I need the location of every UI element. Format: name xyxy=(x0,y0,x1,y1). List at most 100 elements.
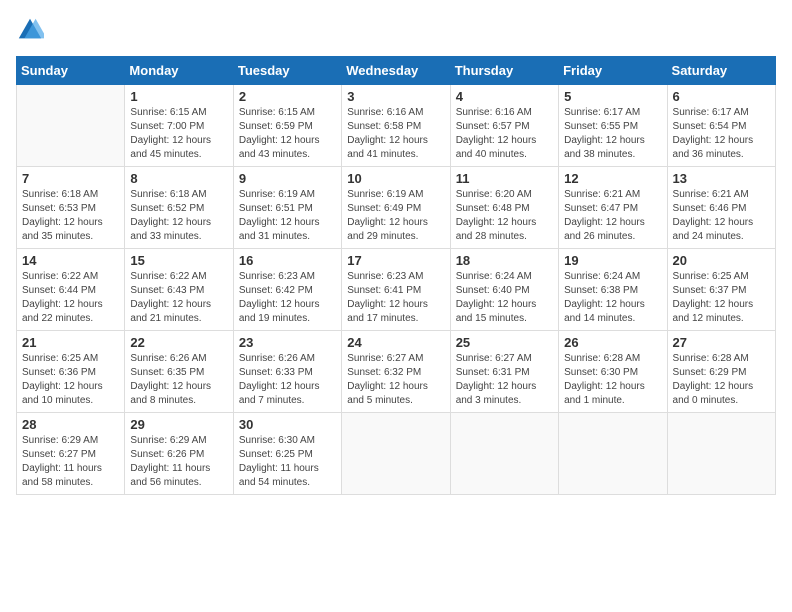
calendar-cell: 12 Sunrise: 6:21 AM Sunset: 6:47 PM Dayli… xyxy=(559,167,667,249)
calendar-cell: 22 Sunrise: 6:26 AM Sunset: 6:35 PM Dayli… xyxy=(125,331,233,413)
cell-info: Sunrise: 6:29 AM Sunset: 6:27 PM Dayligh… xyxy=(22,434,119,490)
day-number: 27 xyxy=(673,335,770,350)
calendar-week-row: 28 Sunrise: 6:29 AM Sunset: 6:27 PM Dayli… xyxy=(17,413,776,495)
calendar-cell: 24 Sunrise: 6:27 AM Sunset: 6:32 PM Dayli… xyxy=(342,331,450,413)
calendar-cell: 3 Sunrise: 6:16 AM Sunset: 6:58 PM Daylig… xyxy=(342,85,450,167)
day-number: 26 xyxy=(564,335,661,350)
calendar-cell: 10 Sunrise: 6:19 AM Sunset: 6:49 PM Dayli… xyxy=(342,167,450,249)
cell-info: Sunrise: 6:18 AM Sunset: 6:53 PM Dayligh… xyxy=(22,188,119,244)
calendar-cell: 17 Sunrise: 6:23 AM Sunset: 6:41 PM Dayli… xyxy=(342,249,450,331)
day-header-monday: Monday xyxy=(125,57,233,85)
calendar-cell: 25 Sunrise: 6:27 AM Sunset: 6:31 PM Dayli… xyxy=(450,331,558,413)
calendar-cell: 1Sunrise: 6:15 AM Sunset: 7:00 PM Daylig… xyxy=(125,85,233,167)
cell-info: Sunrise: 6:17 AM Sunset: 6:54 PM Dayligh… xyxy=(673,106,770,162)
calendar-cell: 6 Sunrise: 6:17 AM Sunset: 6:54 PM Daylig… xyxy=(667,85,775,167)
day-number: 6 xyxy=(673,89,770,104)
cell-info: Sunrise: 6:24 AM Sunset: 6:38 PM Dayligh… xyxy=(564,270,661,326)
cell-info: Sunrise: 6:19 AM Sunset: 6:49 PM Dayligh… xyxy=(347,188,444,244)
day-number: 29 xyxy=(130,417,227,432)
day-number: 23 xyxy=(239,335,336,350)
cell-info: Sunrise: 6:27 AM Sunset: 6:32 PM Dayligh… xyxy=(347,352,444,408)
cell-info: Sunrise: 6:26 AM Sunset: 6:33 PM Dayligh… xyxy=(239,352,336,408)
calendar-cell: 13 Sunrise: 6:21 AM Sunset: 6:46 PM Dayli… xyxy=(667,167,775,249)
calendar-week-row: 7Sunrise: 6:18 AM Sunset: 6:53 PM Daylig… xyxy=(17,167,776,249)
cell-info: Sunrise: 6:16 AM Sunset: 6:57 PM Dayligh… xyxy=(456,106,553,162)
calendar-cell: 18 Sunrise: 6:24 AM Sunset: 6:40 PM Dayli… xyxy=(450,249,558,331)
day-number: 9 xyxy=(239,171,336,186)
day-number: 12 xyxy=(564,171,661,186)
day-number: 3 xyxy=(347,89,444,104)
day-number: 14 xyxy=(22,253,119,268)
cell-info: Sunrise: 6:17 AM Sunset: 6:55 PM Dayligh… xyxy=(564,106,661,162)
day-header-saturday: Saturday xyxy=(667,57,775,85)
day-number: 20 xyxy=(673,253,770,268)
day-number: 30 xyxy=(239,417,336,432)
day-number: 19 xyxy=(564,253,661,268)
page-header xyxy=(16,16,776,44)
cell-info: Sunrise: 6:22 AM Sunset: 6:43 PM Dayligh… xyxy=(130,270,227,326)
cell-info: Sunrise: 6:18 AM Sunset: 6:52 PM Dayligh… xyxy=(130,188,227,244)
calendar-week-row: 14Sunrise: 6:22 AM Sunset: 6:44 PM Dayli… xyxy=(17,249,776,331)
day-header-sunday: Sunday xyxy=(17,57,125,85)
day-number: 24 xyxy=(347,335,444,350)
day-number: 1 xyxy=(130,89,227,104)
cell-info: Sunrise: 6:19 AM Sunset: 6:51 PM Dayligh… xyxy=(239,188,336,244)
day-header-wednesday: Wednesday xyxy=(342,57,450,85)
calendar-cell: 20 Sunrise: 6:25 AM Sunset: 6:37 PM Dayli… xyxy=(667,249,775,331)
cell-info: Sunrise: 6:29 AM Sunset: 6:26 PM Dayligh… xyxy=(130,434,227,490)
cell-info: Sunrise: 6:23 AM Sunset: 6:42 PM Dayligh… xyxy=(239,270,336,326)
calendar-cell: 5 Sunrise: 6:17 AM Sunset: 6:55 PM Daylig… xyxy=(559,85,667,167)
cell-info: Sunrise: 6:16 AM Sunset: 6:58 PM Dayligh… xyxy=(347,106,444,162)
calendar-cell: 16 Sunrise: 6:23 AM Sunset: 6:42 PM Dayli… xyxy=(233,249,341,331)
calendar-cell: 30 Sunrise: 6:30 AM Sunset: 6:25 PM Dayli… xyxy=(233,413,341,495)
day-number: 18 xyxy=(456,253,553,268)
calendar-cell: 29 Sunrise: 6:29 AM Sunset: 6:26 PM Dayli… xyxy=(125,413,233,495)
cell-info: Sunrise: 6:27 AM Sunset: 6:31 PM Dayligh… xyxy=(456,352,553,408)
calendar-cell: 28 Sunrise: 6:29 AM Sunset: 6:27 PM Dayli… xyxy=(17,413,125,495)
cell-info: Sunrise: 6:28 AM Sunset: 6:30 PM Dayligh… xyxy=(564,352,661,408)
cell-info: Sunrise: 6:25 AM Sunset: 6:37 PM Dayligh… xyxy=(673,270,770,326)
logo xyxy=(16,16,48,44)
calendar-cell: 21Sunrise: 6:25 AM Sunset: 6:36 PM Dayli… xyxy=(17,331,125,413)
day-number: 11 xyxy=(456,171,553,186)
cell-info: Sunrise: 6:15 AM Sunset: 6:59 PM Dayligh… xyxy=(239,106,336,162)
cell-info: Sunrise: 6:23 AM Sunset: 6:41 PM Dayligh… xyxy=(347,270,444,326)
day-number: 17 xyxy=(347,253,444,268)
cell-info: Sunrise: 6:26 AM Sunset: 6:35 PM Dayligh… xyxy=(130,352,227,408)
day-number: 15 xyxy=(130,253,227,268)
day-number: 5 xyxy=(564,89,661,104)
calendar-cell xyxy=(17,85,125,167)
cell-info: Sunrise: 6:30 AM Sunset: 6:25 PM Dayligh… xyxy=(239,434,336,490)
day-number: 28 xyxy=(22,417,119,432)
day-number: 2 xyxy=(239,89,336,104)
calendar-cell xyxy=(667,413,775,495)
cell-info: Sunrise: 6:20 AM Sunset: 6:48 PM Dayligh… xyxy=(456,188,553,244)
day-number: 22 xyxy=(130,335,227,350)
calendar-cell: 2 Sunrise: 6:15 AM Sunset: 6:59 PM Daylig… xyxy=(233,85,341,167)
calendar-cell: 26 Sunrise: 6:28 AM Sunset: 6:30 PM Dayli… xyxy=(559,331,667,413)
day-number: 4 xyxy=(456,89,553,104)
cell-info: Sunrise: 6:21 AM Sunset: 6:46 PM Dayligh… xyxy=(673,188,770,244)
calendar-cell: 8 Sunrise: 6:18 AM Sunset: 6:52 PM Daylig… xyxy=(125,167,233,249)
day-number: 16 xyxy=(239,253,336,268)
day-number: 8 xyxy=(130,171,227,186)
calendar-cell: 23 Sunrise: 6:26 AM Sunset: 6:33 PM Dayli… xyxy=(233,331,341,413)
day-number: 10 xyxy=(347,171,444,186)
calendar-cell: 27 Sunrise: 6:28 AM Sunset: 6:29 PM Dayli… xyxy=(667,331,775,413)
calendar-week-row: 1Sunrise: 6:15 AM Sunset: 7:00 PM Daylig… xyxy=(17,85,776,167)
cell-info: Sunrise: 6:25 AM Sunset: 6:36 PM Dayligh… xyxy=(22,352,119,408)
day-header-tuesday: Tuesday xyxy=(233,57,341,85)
calendar-cell: 15 Sunrise: 6:22 AM Sunset: 6:43 PM Dayli… xyxy=(125,249,233,331)
calendar-cell: 9 Sunrise: 6:19 AM Sunset: 6:51 PM Daylig… xyxy=(233,167,341,249)
day-number: 13 xyxy=(673,171,770,186)
cell-info: Sunrise: 6:28 AM Sunset: 6:29 PM Dayligh… xyxy=(673,352,770,408)
calendar-header-row: SundayMondayTuesdayWednesdayThursdayFrid… xyxy=(17,57,776,85)
calendar-cell: 14Sunrise: 6:22 AM Sunset: 6:44 PM Dayli… xyxy=(17,249,125,331)
day-number: 25 xyxy=(456,335,553,350)
calendar-cell xyxy=(559,413,667,495)
calendar-cell: 7Sunrise: 6:18 AM Sunset: 6:53 PM Daylig… xyxy=(17,167,125,249)
calendar-table: SundayMondayTuesdayWednesdayThursdayFrid… xyxy=(16,56,776,495)
calendar-cell xyxy=(342,413,450,495)
cell-info: Sunrise: 6:21 AM Sunset: 6:47 PM Dayligh… xyxy=(564,188,661,244)
cell-info: Sunrise: 6:24 AM Sunset: 6:40 PM Dayligh… xyxy=(456,270,553,326)
